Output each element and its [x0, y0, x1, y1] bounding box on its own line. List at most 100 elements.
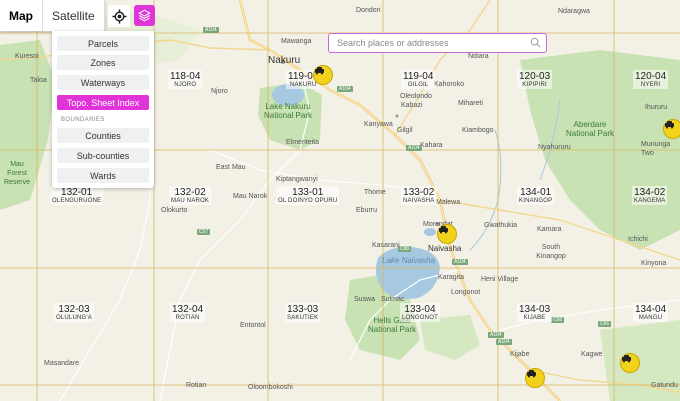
place-label: Kahara: [420, 142, 443, 149]
sheet-label[interactable]: 132-04 ROTIAN: [170, 303, 206, 322]
sheet-name: OLULUNG'A: [56, 315, 92, 321]
sheet-name: NJORO: [174, 82, 197, 88]
layer-waterways-button[interactable]: Waterways: [57, 75, 149, 90]
lake-label: Lake Naivasha: [382, 256, 435, 265]
place-label: Ndiara: [468, 53, 489, 60]
layer-subcounties-button[interactable]: Sub-counties: [57, 148, 149, 163]
sheet-label[interactable]: 132-02 MAU NAROK: [169, 186, 212, 205]
cars-pin-icon[interactable]: [437, 224, 457, 244]
sheet-name: MAU NAROK: [171, 198, 210, 204]
sheet-name: GILGIL: [407, 82, 429, 88]
search-box: [328, 33, 547, 53]
park-label: Lake Nakuru National Park: [263, 102, 313, 120]
place-label: Ichichi: [628, 236, 648, 243]
place-label: Olokurto: [161, 207, 188, 214]
place-label: Mau Narok: [233, 193, 268, 200]
place-label: Eburru: [356, 207, 378, 214]
sheet-number: 120-03: [519, 71, 551, 82]
layer-parcels-button[interactable]: Parcels: [57, 36, 149, 51]
park-label: Aberdare National Park: [565, 120, 615, 138]
park-label: Mau Forest Reserve: [3, 161, 31, 186]
place-label: Nyahururu: [538, 144, 571, 151]
sheet-label[interactable]: 134-01 KINANGOP: [517, 186, 555, 205]
road-number: C88: [398, 246, 412, 252]
sheet-number: 132-03: [58, 304, 90, 315]
map-type-satellite-tab[interactable]: Satellite: [43, 0, 105, 31]
sheet-label[interactable]: 120-03 KIPIPIRI: [517, 70, 553, 89]
sheet-name: LONGONOT: [402, 315, 438, 321]
place-label: Kijabe: [510, 351, 530, 358]
place-label: Mununga: [641, 141, 671, 148]
sheet-number: 132-02: [174, 187, 206, 198]
sheet-label[interactable]: 133-03 SAKUTIEK: [285, 303, 321, 322]
sheet-label[interactable]: 132-01 OLENGURUONE: [50, 186, 104, 205]
layer-wards-button[interactable]: Wards: [57, 168, 149, 183]
place-label: Karagita: [438, 274, 465, 281]
sheet-number: 133-02: [403, 187, 435, 198]
cars-pin-icon[interactable]: [525, 368, 545, 388]
sheet-number: 120-04: [635, 71, 667, 82]
place-label: Rotian: [186, 382, 207, 389]
place-label: Kabazi: [401, 102, 423, 109]
sheet-label[interactable]: 120-04 NYERI: [633, 70, 669, 89]
sheet-label[interactable]: 134-03 KIJABE: [517, 303, 553, 322]
sheet-number: 132-04: [172, 304, 204, 315]
place-label: Entontol: [240, 322, 266, 329]
road-number: A104: [337, 86, 353, 92]
layers-button[interactable]: [134, 5, 155, 26]
crosshair-icon: [111, 8, 127, 24]
search-input[interactable]: [329, 38, 535, 48]
sheet-name: KANGEMA: [634, 198, 666, 204]
place-label: Gwathukia: [484, 222, 518, 229]
sheet-number: 133-03: [287, 304, 319, 315]
sheet-number: 118-04: [170, 71, 201, 82]
sheet-label[interactable]: 134-04 MANGU: [633, 303, 669, 322]
place-label: Heni Village: [481, 276, 519, 283]
sheet-label[interactable]: 133-02 NAIVASHA: [401, 186, 437, 205]
sheet-name: NAKURU: [289, 82, 317, 88]
road-number: A104: [203, 27, 219, 33]
sheet-name: ROTIAN: [175, 315, 200, 321]
place-label: Ndaragwa: [558, 8, 590, 15]
sheet-label[interactable]: 132-03 OLULUNG'A: [54, 303, 94, 322]
layer-panel: Parcels Zones Waterways Topo. Sheet Inde…: [52, 31, 154, 188]
sheet-label[interactable]: 133-04 LONGONOT: [400, 303, 440, 322]
place-label: Gatundu: [651, 382, 678, 389]
cars-pin-icon[interactable]: [663, 119, 680, 139]
sheet-number: 134-02: [634, 187, 666, 198]
layer-zones-button[interactable]: Zones: [57, 55, 149, 70]
road-number: A104: [406, 145, 422, 151]
place-label: South Kinangop: [536, 244, 566, 260]
place-label: Suswa: [354, 296, 376, 303]
place-label: East Mau: [216, 164, 246, 171]
place-label: Kagwe: [581, 351, 603, 358]
road-number: C57: [197, 229, 211, 235]
layer-topo-sheet-index-button[interactable]: Topo. Sheet Index: [57, 95, 149, 110]
place-label: Dondori: [356, 7, 381, 14]
sheet-number: 133-04: [404, 304, 436, 315]
locate-button[interactable]: [108, 5, 130, 27]
sheet-name: KIPIPIRI: [522, 82, 547, 88]
sheet-number: 134-01: [520, 187, 552, 198]
road-number: A104: [496, 339, 512, 345]
sheet-label[interactable]: 133-01 OL DOINYO OPURU: [276, 186, 340, 205]
place-label: Kiptangwanyi: [276, 176, 318, 183]
place-label: Kahoroko: [434, 81, 464, 88]
place-label: Kamara: [537, 226, 562, 233]
sheet-name: SAKUTIEK: [287, 315, 319, 321]
sheet-label[interactable]: 118-04 NJORO: [168, 70, 203, 89]
search-icon[interactable]: [530, 37, 541, 48]
cars-pin-icon[interactable]: [313, 65, 333, 85]
layer-counties-button[interactable]: Counties: [57, 128, 149, 143]
place-label: Masandare: [44, 360, 80, 367]
cars-pin-icon[interactable]: [620, 353, 640, 373]
map-type-map-tab[interactable]: Map: [0, 0, 43, 31]
sheet-label[interactable]: 119-04 GILGIL: [401, 70, 436, 89]
place-label: Mawanga: [281, 38, 312, 45]
place-label: Malewa: [436, 199, 461, 206]
place-label: Njoro: [211, 88, 228, 95]
place-label: Kinyona: [641, 260, 667, 267]
place-label: Kanyawa: [364, 121, 393, 128]
sheet-label[interactable]: 134-02 KANGEMA: [632, 186, 668, 205]
sheet-name: OL DOINYO OPURU: [278, 198, 338, 204]
